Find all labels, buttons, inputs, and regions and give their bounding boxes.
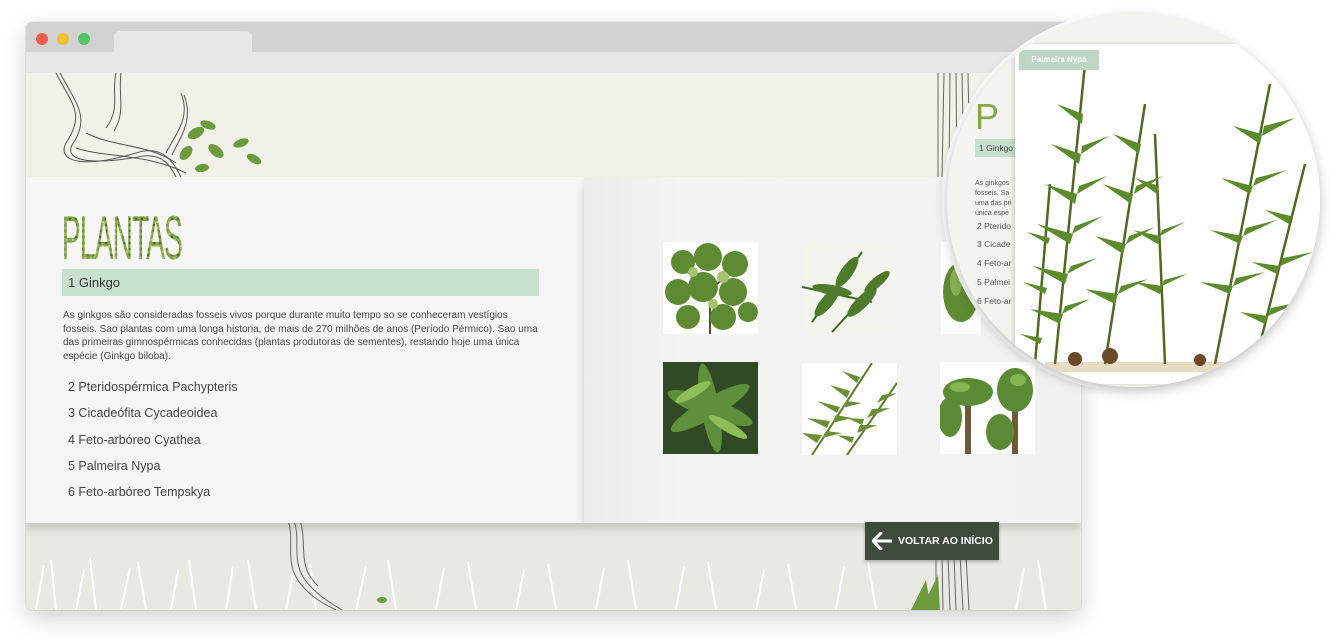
title-bar bbox=[26, 22, 1081, 52]
svg-text:PLANTAS: PLANTAS bbox=[62, 205, 182, 263]
plant-thumbnail-1[interactable] bbox=[663, 242, 758, 334]
plant-thumbnail-2[interactable] bbox=[802, 242, 897, 334]
tree-branch-illustration bbox=[55, 73, 971, 178]
cyathea-image bbox=[663, 362, 758, 454]
magnified-item-2: 2 Pterido bbox=[977, 221, 1012, 231]
magnified-plant-label: Palmeira Nypa bbox=[1019, 50, 1099, 70]
plantas-logo: PLANTAS bbox=[62, 205, 184, 263]
magnified-plant-photo bbox=[1015, 44, 1320, 384]
plant-item-6[interactable]: 6 Feto-arbóreo Tempskya bbox=[68, 484, 238, 510]
plant-item-3[interactable]: 3 Cicadeófita Cycadeoidea bbox=[68, 405, 238, 431]
ginkgo-image bbox=[663, 242, 758, 334]
plant-item-2[interactable]: 2 Pteridospérmica Pachypteris bbox=[68, 379, 238, 405]
plant-list: 2 Pteridospérmica Pachypteris 3 Cicadeóf… bbox=[68, 379, 238, 510]
magnified-description: As ginkgos fosseis. Sa uma das pri única… bbox=[975, 180, 1012, 217]
page-viewport: PLANTAS 1 Ginkgo As ginkgos são consider… bbox=[26, 73, 1081, 610]
magnified-content: P 1 Ginkgo As ginkgos fosseis. Sa uma da… bbox=[947, 14, 1320, 387]
zoom-magnifier: P 1 Ginkgo As ginkgos fosseis. Sa uma da… bbox=[947, 14, 1320, 387]
minimize-window-button[interactable] bbox=[57, 33, 69, 45]
back-to-start-button[interactable]: VOLTAR AO INÍCIO bbox=[865, 522, 999, 560]
browser-window: PLANTAS 1 Ginkgo As ginkgos são consider… bbox=[26, 22, 1081, 610]
magnified-active-item: 1 Ginkgo bbox=[975, 139, 1015, 157]
plant-item-5[interactable]: 5 Palmeira Nypa bbox=[68, 458, 238, 484]
palm-nypa-image bbox=[1015, 44, 1320, 384]
arrow-left-icon bbox=[872, 532, 892, 550]
plant-item-4[interactable]: 4 Feto-arbóreo Cyathea bbox=[68, 432, 238, 458]
magnified-item-5: 5 Palmei bbox=[977, 277, 1011, 287]
plant-item-active[interactable]: 1 Ginkgo bbox=[62, 269, 539, 296]
browser-tab[interactable] bbox=[114, 31, 252, 52]
plant-description: As ginkgos são consideradas fosseis vivo… bbox=[63, 310, 538, 362]
svg-text:P: P bbox=[975, 96, 999, 137]
close-window-button[interactable] bbox=[36, 33, 48, 45]
back-to-start-label: VOLTAR AO INÍCIO bbox=[898, 535, 993, 547]
plant-thumbnail-5[interactable] bbox=[802, 363, 897, 455]
hero-banner bbox=[26, 73, 1081, 178]
book-left-page: PLANTAS 1 Ginkgo As ginkgos são consider… bbox=[26, 177, 584, 523]
magnified-item-3: 3 Cicade bbox=[977, 239, 1011, 249]
maximize-window-button[interactable] bbox=[78, 33, 90, 45]
nypa-image bbox=[802, 363, 897, 455]
pachypteris-image bbox=[802, 242, 897, 334]
plant-thumbnail-4[interactable] bbox=[663, 362, 758, 454]
book: PLANTAS 1 Ginkgo As ginkgos são consider… bbox=[26, 177, 1081, 523]
magnified-item-6: 6 Feto-ar bbox=[977, 296, 1012, 306]
magnified-item-4: 4 Feto-ar bbox=[977, 258, 1012, 268]
browser-toolbar bbox=[26, 52, 1081, 73]
